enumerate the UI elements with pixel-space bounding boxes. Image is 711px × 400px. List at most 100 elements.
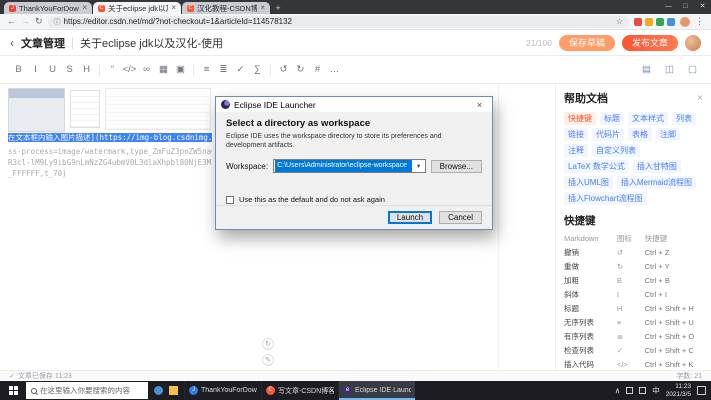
blockquote-icon[interactable]: “ — [104, 62, 121, 78]
forward-icon[interactable]: → — [21, 17, 30, 26]
split-preview-icon[interactable]: ◫ — [661, 62, 678, 78]
task-list-icon[interactable]: ✓ — [232, 62, 249, 78]
extension-icon[interactable] — [656, 18, 664, 26]
help-tag[interactable]: 链接 — [564, 128, 588, 141]
outline-toggle-icon[interactable]: ▤ — [638, 62, 655, 78]
chevron-down-icon[interactable]: ▾ — [413, 162, 425, 170]
checkbox-label: Use this as the default and do not ask a… — [239, 195, 385, 204]
help-tag[interactable]: 插入Flowchart流程图 — [564, 192, 647, 205]
dialog-close-icon[interactable]: × — [472, 100, 487, 110]
cancel-button[interactable]: Cancel — [439, 211, 482, 224]
image-icon[interactable]: ▣ — [172, 62, 189, 78]
help-close-icon[interactable]: × — [697, 93, 703, 104]
launch-button[interactable]: Launch — [388, 211, 432, 224]
dialog-description: Eclipse IDE uses the workspace directory… — [226, 132, 482, 150]
chevron-left-icon[interactable]: ‹ — [10, 36, 14, 50]
browser-tab[interactable]: C汉化教程-CSDN博客× — [182, 2, 270, 14]
close-icon[interactable]: ✕ — [694, 0, 711, 14]
url-input[interactable]: ⓘ https://editor.csdn.net/md/?not-checko… — [48, 16, 629, 28]
anchor-icon[interactable]: # — [309, 62, 326, 78]
fullscreen-icon[interactable]: ▢ — [684, 62, 701, 78]
new-tab-button[interactable]: + — [271, 2, 285, 14]
publish-button[interactable]: 发布文章 — [622, 35, 678, 51]
workspace-combobox[interactable]: C:\Users\Administrator\eclipse-workspace… — [273, 159, 426, 173]
help-tag[interactable]: 注释 — [564, 144, 588, 157]
maximize-icon[interactable]: □ — [677, 0, 694, 14]
help-tag[interactable]: 代码片 — [592, 128, 624, 141]
browser-tab[interactable]: JThankYouForDownloading Jav...× — [4, 2, 92, 14]
default-workspace-checkbox[interactable] — [226, 196, 234, 204]
taskbar-app-button[interactable]: eEclipse IDE Launcher — [338, 381, 415, 400]
table-icon[interactable]: ▦ — [155, 62, 172, 78]
save-draft-button[interactable]: 保存草稿 — [559, 35, 615, 51]
bookmark-star-icon[interactable]: ☆ — [616, 17, 623, 26]
tab-close-icon[interactable]: × — [260, 4, 265, 12]
volume-icon[interactable] — [639, 387, 646, 394]
help-tag[interactable]: 插入UML图 — [564, 176, 613, 189]
pinned-explorer-icon[interactable] — [169, 386, 178, 395]
underline-icon[interactable]: U — [44, 62, 61, 78]
minimize-icon[interactable]: — — [660, 0, 677, 14]
shortcut-cell: Ctrl + Y — [645, 259, 703, 273]
formula-icon[interactable]: ∑ — [249, 62, 266, 78]
taskbar-app-button[interactable]: C写文章-CSDN博客 — [261, 381, 338, 400]
action-center-icon[interactable] — [697, 386, 706, 395]
browser-menu-icon[interactable]: ⋮ — [695, 17, 704, 26]
extension-icon[interactable] — [645, 18, 653, 26]
user-avatar[interactable] — [685, 35, 701, 51]
help-tag[interactable]: 表格 — [628, 128, 652, 141]
shortcut-cell: Ctrl + Shift + C — [645, 343, 703, 357]
feedback-float-button[interactable]: ✎ — [262, 354, 274, 366]
unordered-list-icon[interactable]: ≡ — [198, 62, 215, 78]
bold-icon[interactable]: B — [10, 62, 27, 78]
link-icon[interactable]: ∞ — [138, 62, 155, 78]
floating-action-buttons: ↻✎∧ — [262, 338, 274, 370]
taskbar-app-button[interactable]: JThankYouForDownl... — [184, 381, 261, 400]
browser-profile-avatar[interactable] — [680, 17, 690, 27]
network-icon[interactable] — [626, 387, 633, 394]
sync-float-button[interactable]: ↻ — [262, 338, 274, 350]
help-tag[interactable]: 列表 — [672, 112, 696, 125]
back-icon[interactable]: ← — [7, 17, 16, 26]
ordered-list-icon[interactable]: ≣ — [215, 62, 232, 78]
tab-close-icon[interactable]: × — [82, 4, 87, 12]
browser-tabs: JThankYouForDownloading Jav...×C关于eclips… — [0, 2, 285, 14]
help-tag[interactable]: 标题 — [600, 112, 624, 125]
shortcut-row: 斜体ICtrl + I — [564, 287, 703, 301]
undo-icon[interactable]: ↺ — [275, 62, 292, 78]
taskbar-clock[interactable]: 11:23 2021/3/5 — [666, 383, 691, 398]
help-tag[interactable]: 插入甘特图 — [633, 160, 681, 173]
browse-button[interactable]: Browse... — [431, 160, 482, 173]
shortcut-cell: ↻ — [617, 259, 645, 273]
taskbar-search-input[interactable]: 在这里输入你要搜索的内容 — [26, 382, 148, 399]
article-title-input[interactable]: 关于eclipse jdk以及汉化-使用 — [80, 35, 519, 51]
help-sidebar: 帮助文档 × 快捷键标题文本样式列表链接代码片表格注脚注释自定义列表LaTeX … — [555, 84, 711, 370]
dialog-footer: Launch Cancel — [216, 205, 492, 229]
extension-icon[interactable] — [634, 18, 642, 26]
more-tools-icon[interactable]: … — [326, 62, 343, 78]
help-tag[interactable]: 快捷键 — [564, 112, 596, 125]
site-info-icon[interactable]: ⓘ — [54, 17, 61, 27]
shortcut-cell: Ctrl + Shift + U — [645, 315, 703, 329]
strikethrough-icon[interactable]: S — [61, 62, 78, 78]
dialog-title-bar[interactable]: Eclipse IDE Launcher × — [216, 97, 492, 112]
browser-tab[interactable]: C关于eclipse jdk以及汉化-使用× — [93, 2, 181, 14]
code-icon[interactable]: </> — [121, 62, 138, 78]
help-tag[interactable]: 注脚 — [656, 128, 680, 141]
help-tag[interactable]: LaTeX 数学公式 — [564, 160, 629, 173]
refresh-icon[interactable]: ↻ — [35, 17, 43, 26]
tray-chevron-up-icon[interactable]: ∧ — [615, 386, 621, 395]
redo-icon[interactable]: ↻ — [292, 62, 309, 78]
pinned-browser-icon[interactable] — [154, 386, 163, 395]
help-tag[interactable]: 文本样式 — [628, 112, 668, 125]
start-button[interactable] — [0, 381, 26, 400]
tab-close-icon[interactable]: × — [171, 4, 176, 12]
help-tag[interactable]: 插入Mermaid流程图 — [617, 176, 696, 189]
extension-icon[interactable] — [667, 18, 675, 26]
toolbar-right-group: ▤ ◫ ▢ — [638, 62, 701, 78]
ime-indicator[interactable]: 中 — [652, 385, 660, 396]
italic-icon[interactable]: I — [27, 62, 44, 78]
help-tag[interactable]: 自定义列表 — [592, 144, 640, 157]
article-manage-link[interactable]: 文章管理 — [21, 35, 65, 51]
heading-icon[interactable]: H — [78, 62, 95, 78]
